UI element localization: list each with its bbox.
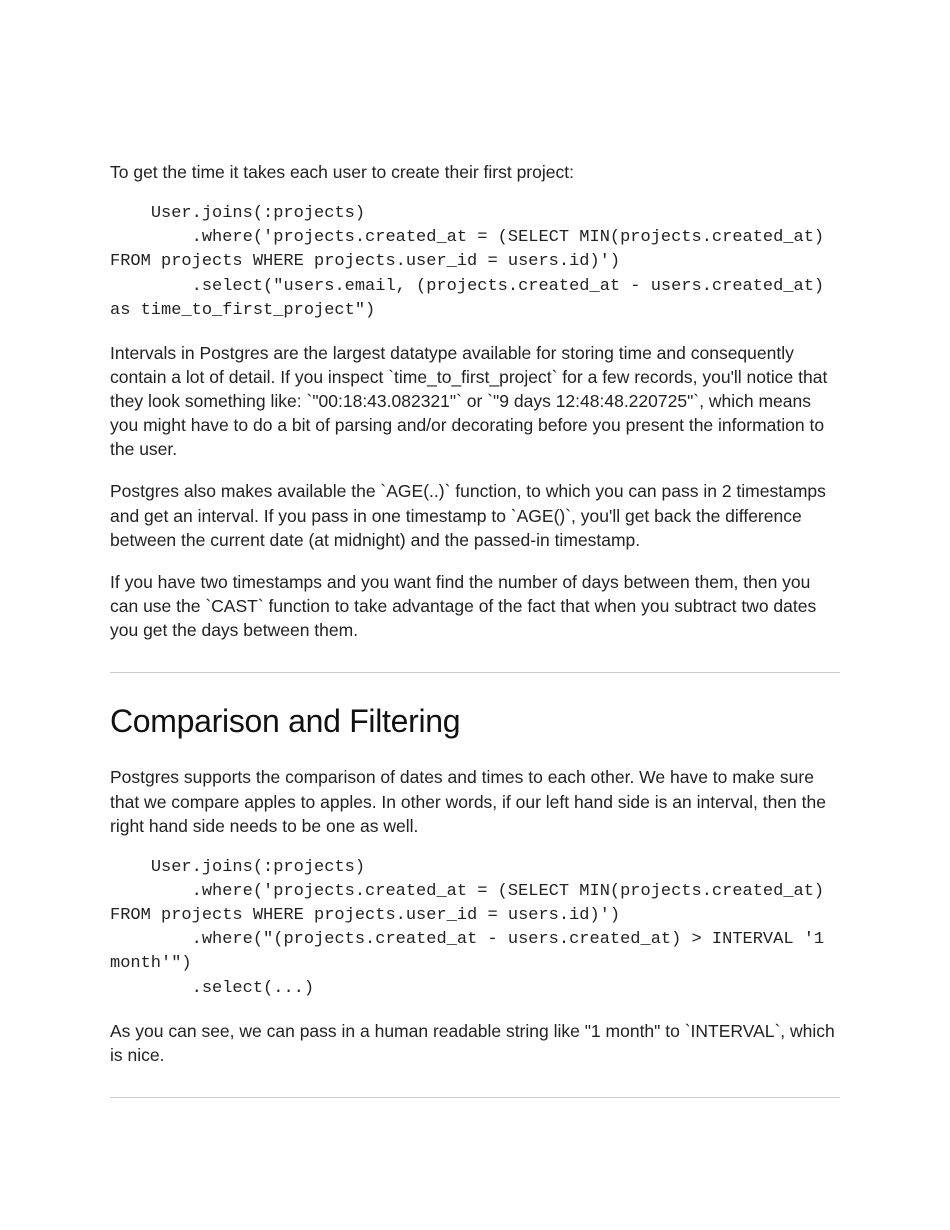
section-divider-1: [110, 672, 840, 673]
paragraph-comparison-intro: Postgres supports the comparison of date…: [110, 765, 840, 837]
paragraph-age-function: Postgres also makes available the `AGE(.…: [110, 479, 840, 551]
paragraph-intervals: Intervals in Postgres are the largest da…: [110, 341, 840, 462]
code-block-2: User.joins(:projects) .where('projects.c…: [110, 856, 840, 1001]
section-divider-2: [110, 1097, 840, 1098]
code-block-1: User.joins(:projects) .where('projects.c…: [110, 202, 840, 323]
paragraph-intro: To get the time it takes each user to cr…: [110, 160, 840, 184]
heading-comparison-filtering: Comparison and Filtering: [110, 699, 840, 743]
paragraph-interval-readable: As you can see, we can pass in a human r…: [110, 1019, 840, 1067]
paragraph-cast: If you have two timestamps and you want …: [110, 570, 840, 642]
